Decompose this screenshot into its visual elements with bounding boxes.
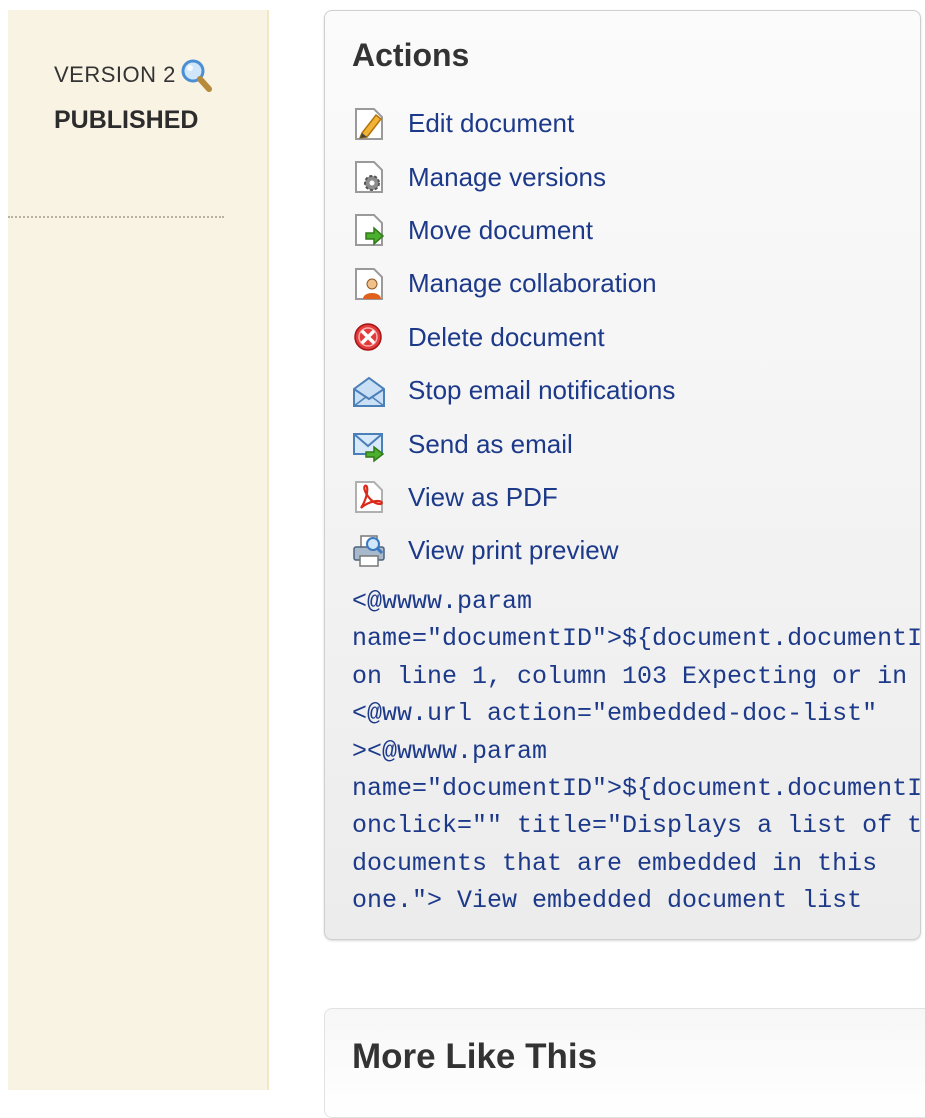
pencil-page-icon xyxy=(352,105,386,143)
action-label: View print preview xyxy=(408,535,619,566)
view-as-pdf-link[interactable]: View as PDF xyxy=(352,471,675,524)
edit-document-link[interactable]: Edit document xyxy=(352,97,675,150)
action-label: Send as email xyxy=(408,428,573,459)
more-like-this-title: More Like This xyxy=(352,1037,598,1076)
version-info: Version 2 xyxy=(54,58,212,92)
send-email-icon xyxy=(352,425,386,463)
actions-title: Actions xyxy=(352,37,470,73)
actions-panel: Actions Edit document Manage versions Mo… xyxy=(324,10,921,940)
stop-email-notifications-link[interactable]: Stop email notifications xyxy=(352,364,675,417)
view-print-preview-link[interactable]: View print preview xyxy=(352,524,675,577)
delete-icon xyxy=(352,318,386,356)
status-badge: PUBLISHED xyxy=(54,106,199,134)
delete-document-link[interactable]: Delete document xyxy=(352,311,675,364)
action-label: Manage collaboration xyxy=(408,268,657,299)
action-label: View as PDF xyxy=(408,481,558,512)
printer-icon xyxy=(352,532,386,570)
magnifier-icon[interactable] xyxy=(180,58,212,92)
manage-collaboration-link[interactable]: Manage collaboration xyxy=(352,257,675,310)
divider xyxy=(8,216,224,218)
send-as-email-link[interactable]: Send as email xyxy=(352,417,675,470)
action-list: Edit document Manage versions Move docum… xyxy=(352,97,675,578)
more-like-this-panel: More Like This xyxy=(324,1008,925,1118)
template-error-text: <@wwww.param name="documentID">${documen… xyxy=(352,587,921,916)
action-label: Delete document xyxy=(408,321,605,352)
action-label: Edit document xyxy=(408,108,575,139)
action-label: Move document xyxy=(408,214,593,245)
arrow-page-icon xyxy=(352,211,386,249)
pdf-icon xyxy=(352,478,386,516)
version-label: Version 2 xyxy=(54,62,176,87)
open-envelope-icon xyxy=(352,372,386,410)
sidebar: Version 2 PUBLISHED xyxy=(8,10,269,1090)
move-document-link[interactable]: Move document xyxy=(352,204,675,257)
gear-page-icon xyxy=(352,158,386,196)
action-label: Manage versions xyxy=(408,161,606,192)
manage-versions-link[interactable]: Manage versions xyxy=(352,150,675,203)
action-label: Stop email notifications xyxy=(408,375,676,406)
person-page-icon xyxy=(352,265,386,303)
